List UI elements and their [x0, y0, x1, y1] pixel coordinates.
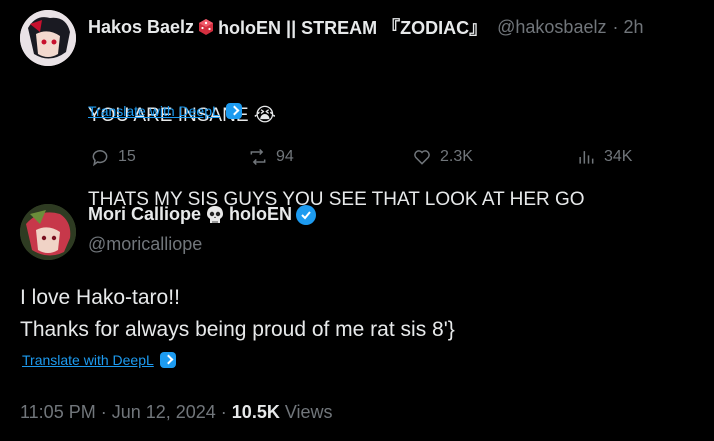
- translate-label: Translate with DeepL: [22, 352, 154, 368]
- tweet-author-name-row: Mori Calliope holoEN: [88, 204, 317, 225]
- reply-author-avatar[interactable]: [20, 10, 76, 66]
- repost-icon: [250, 148, 266, 166]
- like-icon: [414, 150, 430, 165]
- views-icon: [579, 151, 594, 164]
- tweet-text: I love Hako-taro!! Thanks for always bei…: [20, 282, 455, 346]
- reply-button[interactable]: 15: [90, 147, 136, 167]
- tweet-text-line: I love Hako-taro!!: [20, 286, 180, 309]
- tweet-author-handle[interactable]: @moricalliope: [88, 234, 202, 255]
- tweet-text-line: Thanks for always being proud of me rat …: [20, 318, 455, 341]
- verified-badge-icon: [296, 204, 317, 225]
- translate-label: Translate with DeepL: [88, 103, 220, 119]
- like-button[interactable]: 2.3K: [412, 147, 473, 167]
- reply-author-name[interactable]: Hakos Baelz: [88, 17, 194, 38]
- views-count: 34K: [604, 148, 633, 165]
- tweet-timestamp[interactable]: 11:05 PM · Jun 12, 2024 ·: [20, 402, 232, 422]
- deepl-icon: [225, 103, 242, 119]
- tweet-author-avatar[interactable]: [20, 204, 76, 260]
- repost-count: 94: [276, 148, 294, 165]
- reply-translate-link[interactable]: Translate with DeepL: [88, 103, 242, 119]
- like-count: 2.3K: [440, 148, 473, 165]
- reply-timestamp[interactable]: · 2h: [612, 17, 643, 38]
- tweet-metadata: 11:05 PM · Jun 12, 2024 · 10.5K Views: [20, 402, 333, 423]
- tweet-author-name[interactable]: Mori Calliope: [88, 204, 201, 225]
- tweet-view-count: 10.5K: [231, 402, 280, 422]
- deepl-icon: [159, 352, 176, 368]
- views-button[interactable]: 34K: [576, 147, 632, 167]
- tweet-translate-link[interactable]: Translate with DeepL: [22, 352, 176, 368]
- tweet-author-name-suffix[interactable]: holoEN: [229, 204, 292, 225]
- reply-author-handle[interactable]: @hakosbaelz: [497, 17, 606, 38]
- reply-author-name-suffix[interactable]: holoEN || STREAM 『ZODIAC』: [218, 14, 487, 40]
- skull-icon: [205, 205, 225, 225]
- repost-button[interactable]: 94: [248, 147, 294, 167]
- tweet-views-label: Views: [279, 402, 333, 422]
- reply-count: 15: [118, 148, 136, 165]
- reply-header: Hakos Baelz holoEN || STREAM 『ZODIAC』 @h…: [88, 14, 644, 40]
- dice-icon: [197, 18, 215, 36]
- reply-icon: [92, 150, 108, 167]
